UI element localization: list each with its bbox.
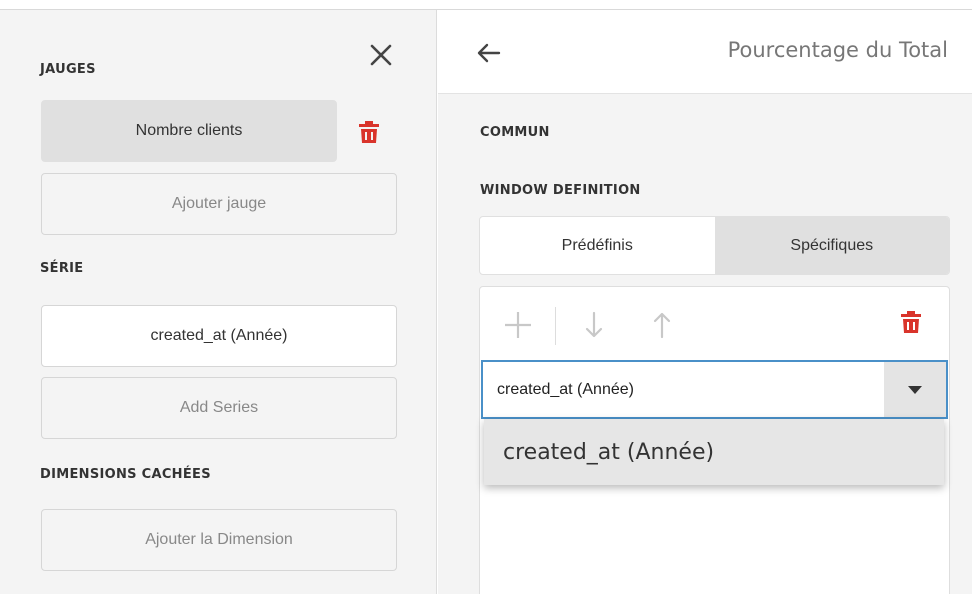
serie-item-button[interactable]: created_at (Année): [41, 305, 397, 367]
toolbar-separator: [555, 307, 556, 345]
add-jauge-button[interactable]: Ajouter jauge: [41, 173, 397, 235]
select-value: created_at (Année): [497, 380, 634, 398]
serie-title: SÉRIE: [40, 261, 84, 276]
jauge-item-label: Nombre clients: [135, 122, 243, 139]
window-definition-title: WINDOW DEFINITION: [480, 183, 641, 198]
window-top-border: [0, 0, 972, 10]
header-title: Pourcentage du Total: [727, 38, 948, 62]
add-jauge-label: Ajouter jauge: [171, 195, 267, 212]
jauge-item-button[interactable]: Nombre clients: [41, 100, 337, 162]
arrow-left-icon[interactable]: [474, 38, 504, 68]
window-definition-toggle: Prédéfinis Spécifiques: [479, 216, 950, 275]
arrow-up-icon[interactable]: [652, 309, 672, 341]
commun-title: COMMUN: [480, 125, 550, 140]
jauges-title: JAUGES: [40, 62, 96, 77]
toggle-specific[interactable]: Spécifiques: [714, 217, 949, 274]
add-series-button[interactable]: Add Series: [41, 377, 397, 439]
plus-icon[interactable]: [502, 309, 534, 341]
caret-down-icon[interactable]: [884, 362, 946, 417]
right-header: Pourcentage du Total: [438, 10, 972, 94]
dimensions-title: DIMENSIONS CACHÉES: [40, 467, 211, 482]
add-dimension-button[interactable]: Ajouter la Dimension: [41, 509, 397, 571]
add-dimension-label: Ajouter la Dimension: [145, 531, 293, 548]
arrow-down-icon[interactable]: [584, 309, 604, 341]
series-dropdown-menu: created_at (Année): [484, 419, 944, 485]
dropdown-option[interactable]: created_at (Année): [484, 419, 944, 485]
left-panel: JAUGES Nombre clients Ajouter jauge SÉRI…: [0, 10, 437, 594]
trash-icon[interactable]: [358, 120, 380, 144]
toggle-predefined[interactable]: Prédéfinis: [480, 217, 715, 274]
close-icon[interactable]: [366, 40, 396, 70]
add-series-label: Add Series: [179, 399, 259, 416]
series-select[interactable]: created_at (Année): [481, 360, 948, 419]
serie-item-label: created_at (Année): [150, 327, 288, 344]
trash-icon[interactable]: [900, 310, 922, 342]
right-panel: Pourcentage du Total COMMUN WINDOW DEFIN…: [438, 10, 972, 594]
